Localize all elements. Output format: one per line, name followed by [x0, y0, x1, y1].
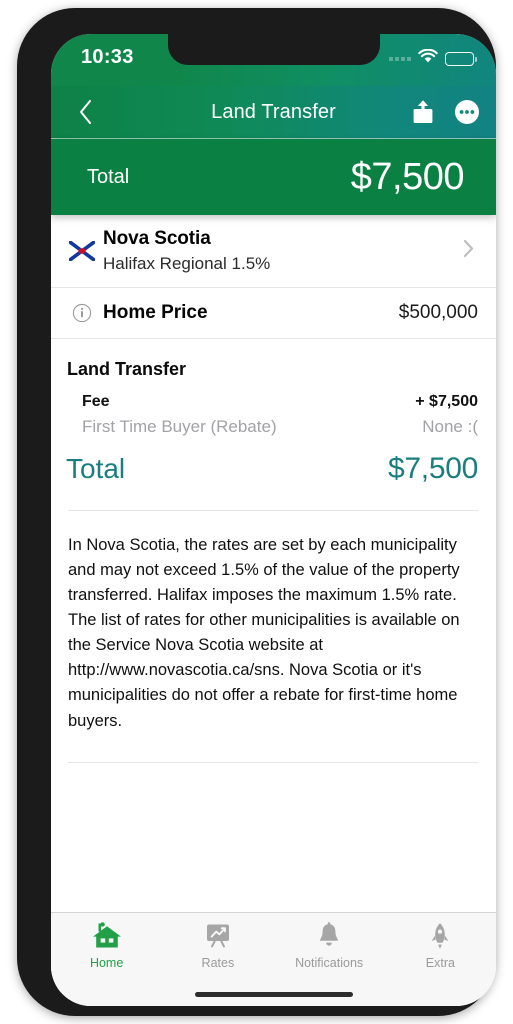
region-name: Nova Scotia	[103, 228, 211, 249]
total-banner-label: Total	[87, 165, 130, 188]
tab-label: Rates	[201, 956, 235, 970]
content-scroll-area[interactable]: Nova Scotia Halifax Regional 1.5% Home P…	[51, 215, 496, 992]
info-circle-icon[interactable]	[65, 303, 99, 323]
tab-home[interactable]: Home	[51, 921, 162, 970]
home-price-value: $500,000	[398, 302, 478, 323]
signal-dots-icon	[389, 57, 411, 61]
home-price-label: Home Price	[103, 302, 208, 323]
phone-screen: 10:33 Land Transfer Total $7,500 Nova Sc…	[51, 34, 496, 1006]
line-item-rebate: First Time Buyer (Rebate) None :(	[51, 414, 496, 440]
tab-extra[interactable]: Extra	[385, 921, 496, 970]
back-button[interactable]	[63, 90, 107, 134]
tab-label: Notifications	[295, 956, 364, 970]
chevron-right-icon	[463, 238, 478, 264]
tab-rates[interactable]: Rates	[162, 921, 273, 970]
land-transfer-total-label: Total	[66, 453, 126, 484]
battery-full-icon	[445, 52, 477, 66]
divider-below-description	[68, 761, 478, 763]
region-texts: Nova Scotia Halifax Regional 1.5%	[99, 228, 463, 274]
phone-frame: 10:33 Land Transfer Total $7,500 Nova Sc…	[17, 8, 496, 1016]
chevron-left-icon	[79, 100, 91, 124]
nav-bar: Land Transfer	[51, 86, 496, 139]
status-indicators	[389, 48, 477, 69]
status-time: 10:33	[81, 46, 134, 68]
line-item-value: None :(	[422, 417, 478, 436]
chart-board-icon	[204, 921, 232, 951]
description-text: In Nova Scotia, the rates are set by eac…	[68, 536, 460, 730]
region-selector-row[interactable]: Nova Scotia Halifax Regional 1.5%	[51, 215, 496, 288]
bell-icon	[316, 921, 342, 951]
line-item-value: + $7,500	[415, 393, 478, 410]
land-transfer-total-value: $7,500	[388, 452, 478, 485]
nova-scotia-flag-icon	[65, 241, 99, 261]
total-banner: Total $7,500	[51, 139, 496, 215]
wifi-icon	[418, 48, 438, 69]
region-subtitle: Halifax Regional 1.5%	[103, 254, 271, 273]
tab-notifications[interactable]: Notifications	[274, 921, 385, 970]
line-item-label: First Time Buyer (Rebate)	[82, 417, 277, 436]
land-transfer-total-row: Total $7,500	[51, 440, 496, 496]
more-circle-icon	[455, 100, 479, 124]
line-item-label: Fee	[82, 393, 110, 410]
total-banner-value: $7,500	[350, 155, 465, 198]
home-price-row[interactable]: Home Price $500,000	[51, 288, 496, 339]
share-button[interactable]	[412, 99, 434, 125]
more-button[interactable]	[454, 99, 480, 125]
rocket-icon	[428, 921, 452, 951]
nav-actions	[412, 99, 480, 125]
notch	[167, 34, 380, 65]
home-indicator[interactable]	[194, 992, 353, 997]
tab-label: Extra	[425, 956, 455, 970]
tab-label: Home	[89, 956, 124, 970]
house-icon	[91, 921, 123, 951]
share-icon	[413, 100, 433, 123]
line-item-fee: Fee + $7,500	[51, 390, 496, 414]
land-transfer-section-title: Land Transfer	[67, 359, 187, 379]
